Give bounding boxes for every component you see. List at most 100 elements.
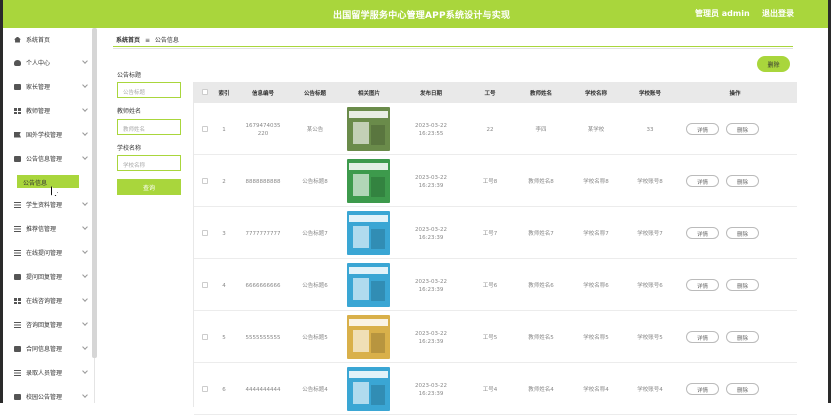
notice-image	[347, 367, 390, 411]
chevron-down-icon	[82, 248, 88, 254]
sidebar-item-label: 国外学校管理	[26, 132, 63, 139]
delete-selected-button[interactable]: 删除	[757, 56, 790, 72]
sidebar-item[interactable]: 咨询回复管理	[3, 313, 93, 336]
sidebar-item[interactable]: 在线提问管理	[3, 241, 93, 264]
cell-teacher: 教师姓名4	[528, 387, 554, 393]
detail-button[interactable]: 详情	[686, 279, 719, 291]
doc-icon	[14, 273, 21, 280]
title-filter-input[interactable]: 公告标题	[117, 82, 181, 98]
chevron-down-icon	[82, 224, 88, 230]
sidebar-item-label: 教师管理	[26, 108, 51, 115]
sidebar: 系统首页 个人中心 家长管理 教师管理 国外学校管理 公告信息管理 学生资料管理 推荐信管理在…	[3, 28, 95, 403]
chevron-down-icon	[82, 296, 88, 302]
search-button[interactable]: 查询	[117, 179, 181, 195]
cell-account: 学校账号6	[637, 283, 663, 289]
column-header: 相关图片	[357, 91, 380, 97]
breadcrumb-current: 公告信息	[154, 37, 179, 44]
image-detail	[349, 319, 388, 326]
cell-teacher: 教师姓名6	[528, 283, 554, 289]
image-detail	[353, 382, 369, 404]
row-checkbox[interactable]	[202, 230, 208, 236]
sidebar-item[interactable]: 提问回复管理	[3, 265, 93, 288]
chevron-down-icon	[82, 344, 88, 350]
sidebar-subitem-notice[interactable]: 公告信息	[17, 175, 79, 188]
cell-code: 8888888888	[245, 179, 281, 185]
delete-button[interactable]: 删除	[726, 331, 759, 343]
table-row: 1 1679474035220 某公告 2023-03-22 16:23:55 22 李四…	[194, 103, 797, 155]
detail-button[interactable]: 详情	[686, 227, 719, 239]
cell-idx: 4	[222, 283, 226, 289]
column-header: 发布日期	[419, 91, 442, 97]
top-bar: 出国留学服务中心管理APP系统设计与实现 管理员 admin 退出登录	[3, 0, 828, 28]
cell-title: 公告标题6	[302, 283, 328, 289]
cell-teacher: 教师姓名7	[528, 231, 554, 237]
image-detail	[371, 281, 385, 301]
sidebar-item[interactable]: 校园公告管理	[3, 385, 93, 408]
breadcrumb-divider	[113, 46, 793, 47]
sidebar-item[interactable]: 国外学校管理	[3, 123, 93, 146]
row-checkbox[interactable]	[202, 334, 208, 340]
detail-button[interactable]: 详情	[686, 123, 719, 135]
logout-link[interactable]: 退出登录	[762, 8, 794, 19]
table-row: 4 6666666666 公告标题6 2023-03-22 16:23:39 工号6 教师…	[194, 259, 797, 311]
delete-button[interactable]: 删除	[726, 279, 759, 291]
sidebar-item[interactable]: 在线咨询管理	[3, 289, 93, 312]
sidebar-item[interactable]: 家长管理	[3, 75, 93, 98]
doc-icon	[14, 345, 21, 352]
detail-button[interactable]: 详情	[686, 383, 719, 395]
sidebar-item-label: 咨询回复管理	[26, 322, 63, 329]
school-filter-input[interactable]: 学校名称	[117, 155, 181, 171]
cell-work: 工号5	[482, 335, 498, 341]
doc-icon	[14, 393, 21, 400]
chevron-down-icon	[82, 130, 88, 136]
table-row: 3 7777777777 公告标题7 2023-03-22 16:23:39 工号7 教师…	[194, 207, 797, 259]
cell-title: 公告标题8	[302, 179, 328, 185]
row-checkbox[interactable]	[202, 386, 208, 392]
sidebar-item[interactable]: 公告信息管理	[3, 147, 93, 170]
sidebar-item[interactable]: 合同信息管理	[3, 337, 93, 360]
sidebar-item[interactable]: 学生资料管理	[3, 193, 93, 216]
cell-date: 2023-03-22 16:23:55	[415, 123, 447, 137]
notice-image	[347, 315, 390, 359]
image-detail	[371, 177, 385, 197]
cell-teacher: 李四	[535, 127, 547, 133]
sidebar-item[interactable]: 录取人员管理	[3, 361, 93, 384]
cell-date: 2023-03-22 16:23:39	[415, 383, 447, 397]
breadcrumb-separator: ≡	[144, 37, 150, 44]
grid-icon	[14, 107, 21, 114]
detail-button[interactable]: 详情	[686, 331, 719, 343]
chevron-down-icon	[82, 392, 88, 398]
chevron-down-icon	[82, 82, 88, 88]
notice-image	[347, 263, 390, 307]
list-icon	[14, 369, 21, 376]
sidebar-item[interactable]: 推荐信管理	[3, 217, 93, 240]
cell-account: 学校账号5	[637, 335, 663, 341]
cell-code: 1679474035220	[245, 123, 281, 137]
teacher-filter-label: 教师姓名	[117, 108, 142, 115]
cell-title: 公告标题4	[302, 387, 328, 393]
row-checkbox[interactable]	[202, 282, 208, 288]
sidebar-item[interactable]: 教师管理	[3, 99, 93, 122]
row-checkbox[interactable]	[202, 126, 208, 132]
sidebar-item[interactable]: 个人中心	[3, 51, 93, 74]
cell-teacher: 教师姓名8	[528, 179, 554, 185]
table-header: 索引 信息编号 公告标题 相关图片 发布日期 工号 教师姓名 学校名称 学校账号 操作	[194, 82, 797, 103]
delete-button[interactable]: 删除	[726, 383, 759, 395]
breadcrumb-divider-light	[113, 48, 793, 49]
detail-button[interactable]: 详情	[686, 175, 719, 187]
delete-button[interactable]: 删除	[726, 123, 759, 135]
list-icon	[14, 321, 21, 328]
cell-account: 学校账号7	[637, 231, 663, 237]
row-checkbox[interactable]	[202, 178, 208, 184]
sidebar-item[interactable]: 系统首页	[3, 28, 93, 51]
select-all-checkbox[interactable]	[202, 89, 208, 95]
image-detail	[353, 122, 369, 144]
teacher-filter-input[interactable]: 教师姓名	[117, 119, 181, 135]
breadcrumb-home[interactable]: 系统首页	[116, 37, 140, 44]
delete-button[interactable]: 删除	[726, 175, 759, 187]
sidebar-item-label: 在线咨询管理	[26, 298, 63, 305]
column-header: 索引	[218, 91, 230, 97]
delete-button[interactable]: 删除	[726, 227, 759, 239]
chevron-down-icon	[82, 272, 88, 278]
image-detail	[353, 330, 369, 352]
